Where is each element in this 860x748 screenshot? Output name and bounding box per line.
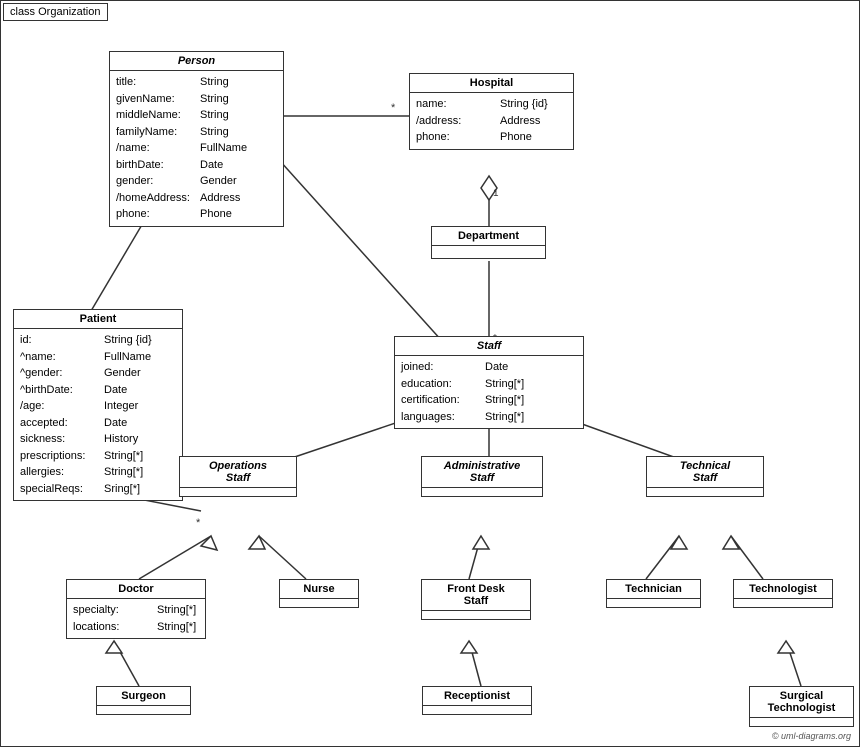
diagram-container: class Organization xyxy=(0,0,860,747)
doctor-attrs: specialty:String[*] locations:String[*] xyxy=(67,599,205,638)
tech-staff-attrs xyxy=(647,488,763,496)
nurse-attrs xyxy=(280,599,358,607)
admin-attrs xyxy=(422,488,542,496)
patient-title: Patient xyxy=(14,310,182,329)
surgeon-attrs xyxy=(97,706,190,714)
technical-staff-title: TechnicalStaff xyxy=(647,457,763,488)
diagram-title: class Organization xyxy=(3,3,108,21)
department-class: Department xyxy=(431,226,546,259)
staff-title: Staff xyxy=(395,337,583,356)
surg-tech-attrs xyxy=(750,718,853,726)
hospital-title: Hospital xyxy=(410,74,573,93)
technician-title: Technician xyxy=(607,580,700,599)
technologist-class: Technologist xyxy=(733,579,833,608)
svg-text:1: 1 xyxy=(493,188,499,199)
front-desk-staff-title: Front DeskStaff xyxy=(422,580,530,611)
svg-text:*: * xyxy=(196,517,201,529)
person-class: Person title:String givenName:String mid… xyxy=(109,51,284,227)
department-title: Department xyxy=(432,227,545,246)
person-title: Person xyxy=(110,52,283,71)
surgeon-class: Surgeon xyxy=(96,686,191,715)
copyright: © uml-diagrams.org xyxy=(772,731,851,741)
department-attrs xyxy=(432,246,545,258)
administrative-staff-class: AdministrativeStaff xyxy=(421,456,543,497)
operations-staff-class: OperationsStaff xyxy=(179,456,297,497)
administrative-staff-title: AdministrativeStaff xyxy=(422,457,542,488)
receptionist-title: Receptionist xyxy=(423,687,531,706)
front-desk-staff-class: Front DeskStaff xyxy=(421,579,531,620)
tech-attrs xyxy=(607,599,700,607)
doctor-class: Doctor specialty:String[*] locations:Str… xyxy=(66,579,206,639)
technician-class: Technician xyxy=(606,579,701,608)
nurse-class: Nurse xyxy=(279,579,359,608)
svg-text:*: * xyxy=(391,102,396,114)
doctor-title: Doctor xyxy=(67,580,205,599)
patient-class: Patient id:String {id} ^name:FullName ^g… xyxy=(13,309,183,501)
surgeon-title: Surgeon xyxy=(97,687,190,706)
recept-attrs xyxy=(423,706,531,714)
technical-staff-class: TechnicalStaff xyxy=(646,456,764,497)
receptionist-class: Receptionist xyxy=(422,686,532,715)
hospital-class: Hospital name:String {id} /address:Addre… xyxy=(409,73,574,150)
surgical-technologist-title: SurgicalTechnologist xyxy=(750,687,853,718)
staff-attrs: joined:Date education:String[*] certific… xyxy=(395,356,583,428)
ops-attrs xyxy=(180,488,296,496)
technologist-title: Technologist xyxy=(734,580,832,599)
patient-attrs: id:String {id} ^name:FullName ^gender:Ge… xyxy=(14,329,182,500)
staff-class: Staff joined:Date education:String[*] ce… xyxy=(394,336,584,429)
hospital-attrs: name:String {id} /address:Address phone:… xyxy=(410,93,573,149)
fds-attrs xyxy=(422,611,530,619)
surgical-technologist-class: SurgicalTechnologist xyxy=(749,686,854,727)
operations-staff-title: OperationsStaff xyxy=(180,457,296,488)
nurse-title: Nurse xyxy=(280,580,358,599)
technologist-attrs xyxy=(734,599,832,607)
person-attrs: title:String givenName:String middleName… xyxy=(110,71,283,226)
